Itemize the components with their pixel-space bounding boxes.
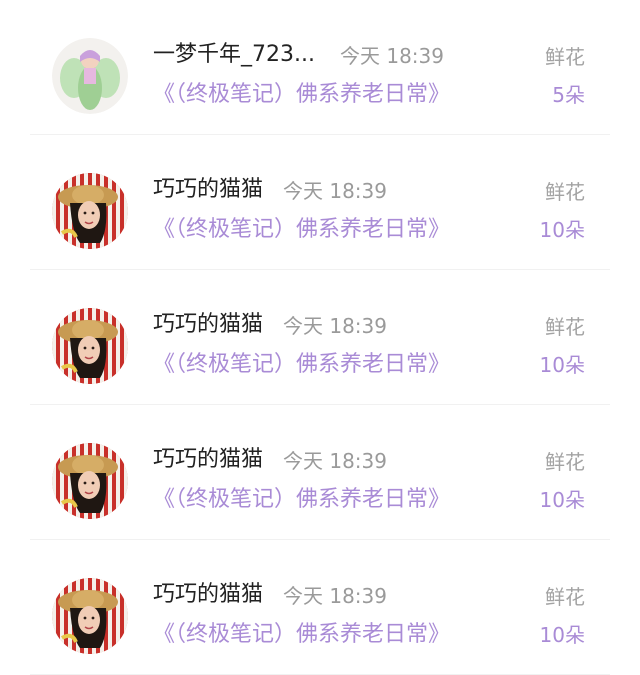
gift-count: 10朵 bbox=[539, 218, 585, 242]
gift-count: 10朵 bbox=[539, 623, 585, 647]
woman-hat-avatar-icon bbox=[52, 578, 128, 654]
list-item[interactable]: 巧巧的猫猫 今天 18:39 《（终极笔记）佛系养老日常》 鲜花 10朵 bbox=[0, 405, 640, 540]
avatar[interactable] bbox=[52, 578, 128, 654]
fairy-avatar-icon bbox=[52, 38, 128, 114]
avatar[interactable] bbox=[52, 38, 128, 114]
gift-type: 鲜花 bbox=[545, 585, 585, 609]
list-item[interactable]: 巧巧的猫猫 今天 18:39 《（终极笔记）佛系养老日常》 鲜花 10朵 bbox=[0, 270, 640, 405]
user-name[interactable]: 巧巧的猫猫 bbox=[153, 175, 263, 205]
avatar[interactable] bbox=[52, 173, 128, 249]
user-name[interactable]: 一梦千年_723... bbox=[153, 40, 315, 70]
woman-hat-avatar-icon bbox=[52, 443, 128, 519]
gift-time: 今天 18:39 bbox=[340, 44, 444, 68]
user-name[interactable]: 巧巧的猫猫 bbox=[153, 445, 263, 475]
gift-time: 今天 18:39 bbox=[283, 314, 387, 338]
book-title-link[interactable]: 《（终极笔记）佛系养老日常》 bbox=[153, 485, 450, 515]
gift-time: 今天 18:39 bbox=[283, 179, 387, 203]
gift-time: 今天 18:39 bbox=[283, 584, 387, 608]
book-title-link[interactable]: 《（终极笔记）佛系养老日常》 bbox=[153, 350, 450, 380]
gift-time: 今天 18:39 bbox=[283, 449, 387, 473]
list-item[interactable]: 一梦千年_723... 今天 18:39 《（终极笔记）佛系养老日常》 鲜花 5… bbox=[0, 0, 640, 135]
user-name[interactable]: 巧巧的猫猫 bbox=[153, 310, 263, 340]
gift-list: 一梦千年_723... 今天 18:39 《（终极笔记）佛系养老日常》 鲜花 5… bbox=[0, 0, 640, 675]
gift-type: 鲜花 bbox=[545, 45, 585, 69]
list-item[interactable]: 巧巧的猫猫 今天 18:39 《（终极笔记）佛系养老日常》 鲜花 10朵 bbox=[0, 135, 640, 270]
gift-count: 10朵 bbox=[539, 488, 585, 512]
avatar[interactable] bbox=[52, 308, 128, 384]
book-title-link[interactable]: 《（终极笔记）佛系养老日常》 bbox=[153, 620, 450, 650]
woman-hat-avatar-icon bbox=[52, 173, 128, 249]
list-item[interactable]: 巧巧的猫猫 今天 18:39 《（终极笔记）佛系养老日常》 鲜花 10朵 bbox=[0, 540, 640, 675]
gift-type: 鲜花 bbox=[545, 180, 585, 204]
gift-type: 鲜花 bbox=[545, 315, 585, 339]
book-title-link[interactable]: 《（终极笔记）佛系养老日常》 bbox=[153, 80, 450, 110]
woman-hat-avatar-icon bbox=[52, 308, 128, 384]
avatar[interactable] bbox=[52, 443, 128, 519]
gift-count: 5朵 bbox=[552, 83, 585, 107]
gift-type: 鲜花 bbox=[545, 450, 585, 474]
gift-count: 10朵 bbox=[539, 353, 585, 377]
user-name[interactable]: 巧巧的猫猫 bbox=[153, 580, 263, 610]
book-title-link[interactable]: 《（终极笔记）佛系养老日常》 bbox=[153, 215, 450, 245]
